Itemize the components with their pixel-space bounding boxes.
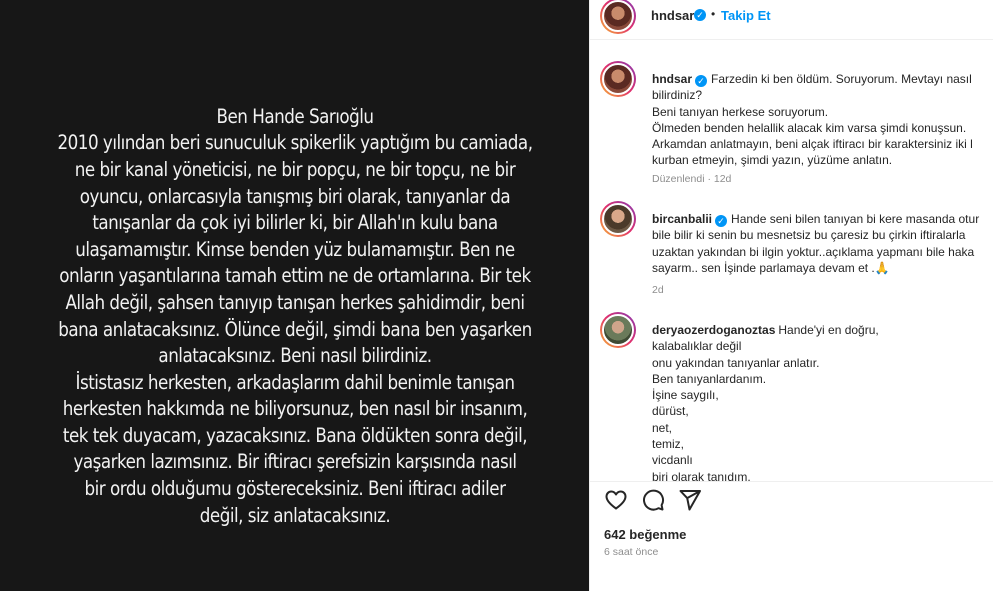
comment-text-line: sayarm.. sen İşinde parlamaya devam et .… [652,260,890,275]
separator-dot: • [711,7,716,21]
avatar[interactable] [600,0,636,34]
like-count[interactable]: 642 beğenme [604,527,686,542]
comment-text-line: uzaktan yakından bi ilgin yoktur..açıkla… [652,244,975,259]
comment-text-line: Ben tanıyanlardanım. [652,371,767,386]
comment-text-line: Hande seni bilen tanıyan bi kere masanda… [731,212,980,226]
post-header: hndsar ✓ • Takip Et [590,0,993,40]
comment-text-line: Farzedin ki ben öldüm. Soruyorum. Mevtay… [711,72,972,86]
comment-username[interactable]: bircanbalii [652,212,712,226]
comment-text-line: net, [652,420,673,435]
verified-badge-icon: ✓ [694,9,706,21]
post-timestamp: 6 saat önce [604,546,659,558]
comment-text-line: kalabalıklar değil [652,339,742,354]
comment-text-line: vicdanlı [652,453,693,468]
post-author-username[interactable]: hndsar [651,8,694,23]
avatar[interactable] [600,312,636,348]
post-side-panel: hndsar ✓ • Takip Et hndsar ✓ Farzedin ki b… [589,0,993,591]
comment-username[interactable]: hndsar [652,72,692,86]
comment-text-line: onu yakından tanıyanlar anlatır. [652,355,820,370]
heart-icon[interactable] [604,488,628,512]
verified-badge-icon: ✓ [695,75,708,87]
comment-text-line: bilirdiniz? [652,88,703,103]
post-text: Ben Hande Sarıoğlu 2010 yılından beri su… [56,104,533,527]
comment-meta: 2d [652,284,664,297]
comment-text-line: Beni tanıyan herkese soruyorum. [652,104,829,119]
comment-icon[interactable] [641,488,665,512]
comment-text-line: Hande'yi en doğru, [778,323,879,337]
comment-text-line: biri olarak tanıdım. [652,469,751,481]
comment-text-line: kurban etmeyin, şimdi yazın, yüzüme anla… [652,153,893,168]
comment-text-line: dürüst, [652,404,689,419]
post-actions: 642 beğenme 6 saat önce [590,481,993,591]
comments-list[interactable]: hndsar ✓ Farzedin ki ben öldüm. Soruyorum.… [590,41,993,481]
avatar[interactable] [600,201,636,237]
comment-text-line: bile bilir ki senin bu mesnetsiz bu çare… [652,228,966,243]
comment-text-line: temiz, [652,437,685,452]
comment-meta: Düzenlendi · 12d [652,172,732,185]
comment-text-line: Ölmeden benden helallik alacak kim varsa… [652,120,967,135]
follow-button[interactable]: Takip Et [721,8,771,23]
comment-text-line: İşine saygılı, [652,388,719,403]
avatar[interactable] [600,61,636,97]
comment-text-line: Arkamdan anlatmayın, beni alçak iftiracı… [652,137,973,152]
send-icon[interactable] [678,488,702,512]
comment-body: hndsar ✓ Farzedin ki ben öldüm. Soruyorum.… [652,71,993,187]
comment-username[interactable]: deryaozerdoganoztas [652,323,775,337]
verified-badge-icon: ✓ [715,215,728,227]
post-image: Ben Hande Sarıoğlu 2010 yılından beri su… [0,0,589,591]
comment-body: deryaozerdoganoztas Hande'yi en doğru, ka… [652,322,993,481]
comment-body: bircanbalii ✓ Hande seni bilen tanıyan bi … [652,211,993,298]
